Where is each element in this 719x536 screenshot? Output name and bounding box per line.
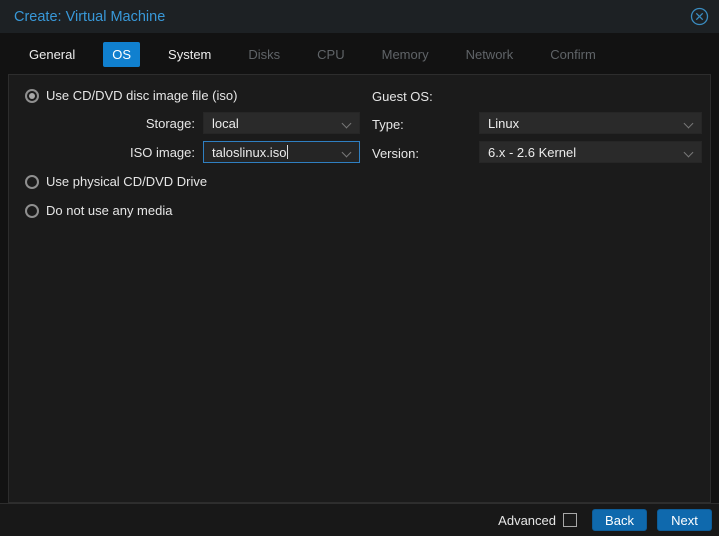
os-version-select[interactable]: 6.x - 2.6 Kernel [479, 141, 702, 163]
close-icon[interactable] [690, 7, 709, 26]
storage-label: Storage: [145, 116, 195, 131]
type-label: Type: [372, 117, 404, 132]
dialog-titlebar: Create: Virtual Machine [0, 0, 719, 33]
tab-network: Network [465, 46, 514, 62]
os-version-value: 6.x - 2.6 Kernel [488, 144, 577, 160]
storage-select[interactable]: local [203, 112, 360, 134]
os-type-select[interactable]: Linux [479, 112, 702, 134]
tab-disks: Disks [248, 46, 281, 62]
radio-row-iso[interactable]: Use CD/DVD disc image file (iso) [25, 88, 237, 103]
chevron-down-icon [683, 118, 694, 129]
chevron-down-icon [341, 118, 352, 129]
radio-use-physical[interactable] [25, 174, 39, 189]
radio-use-iso[interactable] [25, 88, 39, 103]
iso-image-label: ISO image: [129, 145, 195, 160]
tab-cpu: CPU [317, 46, 345, 62]
create-vm-dialog: Create: Virtual Machine General OS Syste… [0, 0, 719, 536]
advanced-label: Advanced [498, 512, 556, 528]
tab-confirm: Confirm [550, 46, 596, 62]
chevron-down-icon [341, 147, 352, 158]
text-caret [287, 145, 289, 159]
radio-no-media-label: Do not use any media [46, 203, 173, 218]
radio-use-physical-label: Use physical CD/DVD Drive [46, 174, 208, 189]
chevron-down-icon [683, 147, 694, 158]
dialog-footer: Advanced Back Next [0, 503, 719, 536]
guest-os-header: Guest OS: [372, 89, 433, 104]
tab-memory: Memory [381, 46, 429, 62]
tab-os[interactable]: OS [103, 41, 141, 67]
back-button[interactable]: Back [592, 509, 647, 531]
iso-image-combobox[interactable]: taloslinux.iso [203, 141, 360, 163]
os-type-value: Linux [488, 115, 520, 131]
radio-row-no-media[interactable]: Do not use any media [25, 203, 172, 218]
dialog-title: Create: Virtual Machine [14, 8, 166, 25]
os-tab-panel: Use CD/DVD disc image file (iso) Storage… [8, 74, 711, 503]
tab-system[interactable]: System [159, 42, 220, 67]
wizard-tabs: General OS System Disks CPU Memory Netwo… [20, 40, 624, 68]
storage-select-value: local [212, 115, 239, 131]
advanced-checkbox[interactable] [563, 513, 577, 527]
radio-row-physical[interactable]: Use physical CD/DVD Drive [25, 174, 207, 189]
next-button[interactable]: Next [657, 509, 712, 531]
tab-general[interactable]: General [20, 42, 84, 67]
radio-use-iso-label: Use CD/DVD disc image file (iso) [46, 88, 238, 103]
iso-image-value: taloslinux.iso [212, 144, 287, 160]
radio-no-media[interactable] [25, 203, 39, 218]
version-label: Version: [372, 146, 419, 161]
